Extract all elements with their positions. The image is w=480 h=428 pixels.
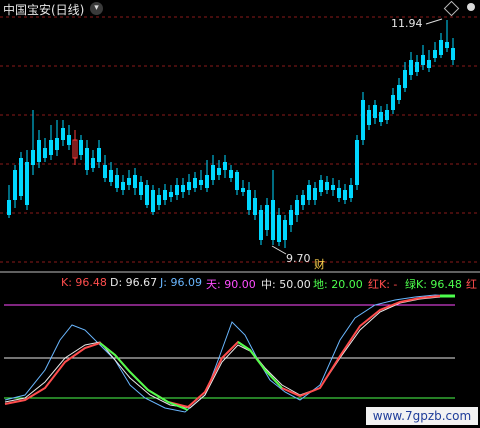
candle-body bbox=[247, 190, 251, 210]
candle-body bbox=[139, 182, 143, 195]
candle-body bbox=[157, 195, 161, 205]
candle-body bbox=[397, 85, 401, 100]
candle-body bbox=[445, 42, 449, 48]
candle-body bbox=[403, 70, 407, 88]
candle-body bbox=[355, 140, 359, 185]
candle-body bbox=[91, 158, 95, 168]
candle-body bbox=[307, 185, 311, 200]
candle-body bbox=[7, 200, 11, 215]
candle-body bbox=[49, 140, 53, 155]
candle-body bbox=[25, 162, 29, 205]
k-curve bbox=[4, 295, 455, 409]
candle-body bbox=[439, 40, 443, 55]
indicator-zhong: 中: 50.00 bbox=[261, 278, 311, 291]
candle-body bbox=[31, 150, 35, 165]
candle-body bbox=[253, 198, 257, 215]
price-chart-canvas: 11.94 9.70 财 bbox=[0, 16, 480, 413]
candle-body bbox=[115, 175, 119, 188]
candle-body bbox=[409, 60, 413, 75]
candle-body bbox=[319, 180, 323, 192]
candle-body bbox=[205, 175, 209, 188]
indicator-value-row: K: 96.48 D: 96.67 J: 96.09 天: 90.00 中: 5… bbox=[0, 276, 480, 292]
candle-body bbox=[55, 138, 59, 150]
stock-chart-window: { "window": { "title": "中国宝安(日线)", "drop… bbox=[0, 0, 480, 428]
candle-body bbox=[103, 165, 107, 178]
candle-body bbox=[133, 175, 137, 188]
indicator-j: J: 96.09 bbox=[160, 276, 202, 289]
candle-body bbox=[421, 55, 425, 65]
candle-body bbox=[67, 135, 71, 145]
indicator-lvk: 绿K: 96.48 bbox=[405, 278, 462, 291]
candle-body bbox=[19, 158, 23, 196]
green-k-curve-2 bbox=[237, 341, 283, 389]
high-arrow bbox=[425, 18, 443, 25]
candle-body bbox=[391, 95, 395, 110]
indicator-di: 地: 20.00 bbox=[313, 278, 363, 291]
candle-body bbox=[169, 192, 173, 197]
candle-body bbox=[217, 168, 221, 175]
candle-body bbox=[163, 190, 167, 200]
candle-body bbox=[367, 110, 371, 125]
candle-body bbox=[223, 162, 227, 170]
candle-body bbox=[229, 170, 233, 178]
candle-body bbox=[175, 185, 179, 195]
candle-body bbox=[85, 148, 89, 170]
candle-body bbox=[325, 182, 329, 190]
site-watermark: www.7gpzb.com bbox=[366, 407, 478, 425]
candle-body bbox=[61, 128, 65, 140]
candle-body bbox=[265, 205, 269, 230]
candle-body bbox=[37, 140, 41, 162]
candle-body bbox=[211, 165, 215, 180]
high-price-label: 11.94 bbox=[391, 17, 423, 30]
candle-body bbox=[13, 170, 17, 200]
candle-body bbox=[121, 182, 125, 190]
candle-body bbox=[433, 50, 437, 58]
candle-body bbox=[373, 105, 377, 118]
indicator-hongk: 红K: - bbox=[368, 278, 398, 291]
candle-body bbox=[193, 178, 197, 188]
indicator-tian: 天: 90.00 bbox=[206, 278, 256, 291]
candle-body bbox=[235, 172, 239, 190]
green-k-curve-1 bbox=[99, 342, 189, 411]
indicator-d: D: 96.67 bbox=[110, 276, 158, 289]
title-dropdown-icon[interactable]: ▾ bbox=[90, 2, 103, 15]
candle-body bbox=[271, 200, 275, 240]
candle-body bbox=[349, 185, 353, 198]
window-title: 中国宝安(日线) bbox=[3, 3, 85, 17]
candle-body bbox=[415, 62, 419, 72]
candle-body bbox=[289, 210, 293, 225]
settings-dot-icon[interactable] bbox=[467, 3, 475, 11]
candle-body bbox=[199, 180, 203, 185]
candle-body bbox=[79, 140, 83, 155]
low-arrow bbox=[271, 245, 287, 255]
low-price-label: 9.70 bbox=[286, 252, 311, 265]
indicator-k: K: 96.48 bbox=[61, 276, 107, 289]
candle-body bbox=[187, 182, 191, 190]
candle-body bbox=[337, 188, 341, 198]
signal-marker-label: 财 bbox=[314, 257, 325, 271]
candle-body bbox=[277, 215, 281, 242]
candle-body bbox=[97, 148, 101, 162]
candle-body bbox=[181, 185, 185, 192]
candle-body bbox=[301, 195, 305, 205]
candle-body bbox=[43, 148, 47, 158]
candle-body bbox=[331, 185, 335, 190]
d-curve bbox=[4, 296, 455, 409]
candle-body bbox=[427, 60, 431, 68]
candle-body bbox=[283, 220, 287, 240]
candle-body bbox=[295, 200, 299, 215]
indicator-hong: 红 bbox=[466, 278, 477, 291]
candle-body bbox=[241, 188, 245, 192]
candle-body bbox=[127, 178, 131, 185]
candle-body bbox=[379, 112, 383, 122]
candle-body bbox=[343, 190, 347, 200]
candle-body bbox=[385, 110, 389, 120]
candle-body bbox=[313, 188, 317, 200]
candle-body bbox=[145, 185, 149, 205]
candle-body bbox=[361, 100, 365, 140]
candle-body bbox=[259, 210, 263, 240]
candle-body bbox=[151, 190, 155, 212]
candle-body bbox=[109, 170, 113, 182]
candle-body bbox=[451, 48, 455, 60]
